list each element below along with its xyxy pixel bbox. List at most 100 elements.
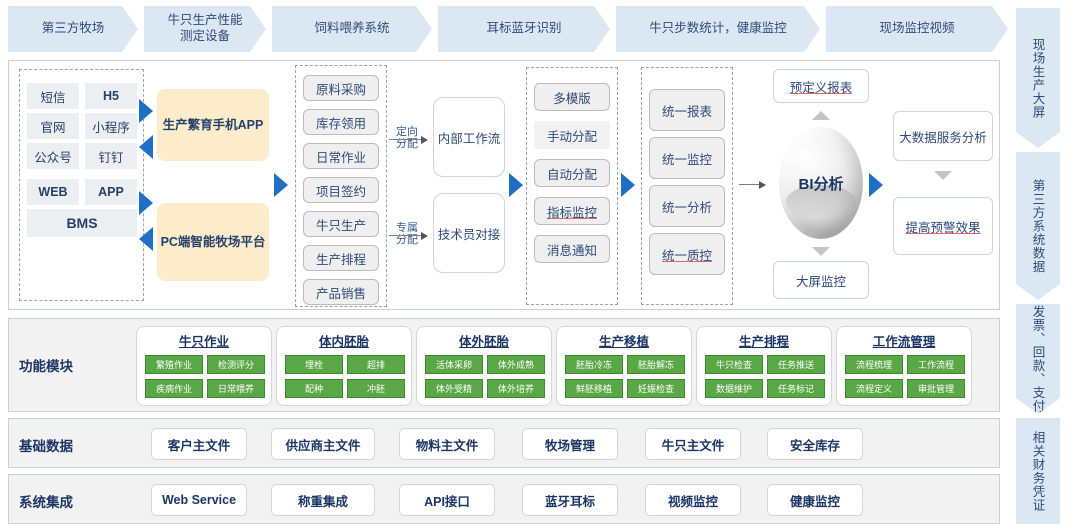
business-item-5[interactable]: 生产排程	[303, 245, 379, 271]
integration-item-1[interactable]: 称重集成	[271, 484, 375, 516]
output-item-1[interactable]: 提高预警效果	[893, 197, 993, 255]
business-item-3[interactable]: 项目签约	[303, 177, 379, 203]
base-data-item-2[interactable]: 物料主文件	[399, 428, 495, 460]
module-button-2-3[interactable]: 体外培养	[487, 379, 545, 398]
integration-item-0[interactable]: Web Service	[151, 484, 247, 516]
module-button-label-3-3: 妊娠检查	[637, 384, 674, 394]
module-group-1[interactable]: 体内胚胎 埋栓 超排 配种 冲胚	[276, 326, 412, 406]
module-button-4-2[interactable]: 数据维护	[705, 379, 763, 398]
module-group-2[interactable]: 体外胚胎 活体采卵 体外成熟 体外受精 体外培养	[416, 326, 552, 406]
module-button-0-3[interactable]: 日常喂养	[207, 379, 265, 398]
channel-chip-1[interactable]: H5	[85, 83, 137, 109]
channel-chip-2[interactable]: 官网	[27, 113, 79, 139]
allocation-item-3[interactable]: 指标监控	[534, 197, 610, 225]
output-item-0[interactable]: 大数据服务分析	[893, 111, 993, 161]
module-button-0-1[interactable]: 检测评分	[207, 355, 265, 374]
base-data-item-0[interactable]: 客户主文件	[151, 428, 247, 460]
modules-row-label: 功能模块	[19, 359, 73, 374]
top-flow-item-0[interactable]: 第三方牧场	[8, 6, 138, 52]
business-item-4[interactable]: 牛只生产	[303, 211, 379, 237]
allocation-item-2[interactable]: 自动分配	[534, 159, 610, 187]
top-flow-item-1[interactable]: 牛只生产性能 测定设备	[144, 6, 266, 52]
integration-item-5[interactable]: 健康监控	[767, 484, 863, 516]
right-flow-item-2[interactable]: 发票、回款、支付	[1016, 304, 1060, 414]
channel-chip-4[interactable]: 公众号	[27, 143, 79, 169]
channel-chip-label-2: 官网	[40, 120, 66, 135]
module-button-2-0[interactable]: 活体采卵	[425, 355, 483, 374]
base-data-item-1[interactable]: 供应商主文件	[271, 428, 375, 460]
module-group-5[interactable]: 工作流管理 流程梳理 工作流程 流程定义 审批管理	[836, 326, 972, 406]
right-flow-item-3[interactable]: 相关财务凭证	[1016, 418, 1060, 524]
channel-chip-5[interactable]: 钉钉	[85, 143, 137, 169]
top-flow-item-2[interactable]: 饲料喂养系统	[272, 6, 432, 52]
module-button-2-2[interactable]: 体外受精	[425, 379, 483, 398]
integration-item-3[interactable]: 蓝牙耳标	[522, 484, 618, 516]
top-flow-bar: 第三方牧场 牛只生产性能 测定设备 饲料喂养系统 耳标蓝牙识别 牛只步数统计，健…	[8, 6, 1008, 52]
channel-chip-8[interactable]: BMS	[27, 209, 137, 237]
module-button-1-3[interactable]: 冲胚	[347, 379, 405, 398]
business-item-6[interactable]: 产品销售	[303, 279, 379, 305]
channel-chip-6[interactable]: WEB	[27, 179, 79, 205]
integration-item-4[interactable]: 视频监控	[645, 484, 741, 516]
module-button-4-3[interactable]: 任务标记	[767, 379, 825, 398]
integration-item-label-3: 蓝牙耳标	[544, 494, 595, 509]
module-button-5-0[interactable]: 流程梳理	[845, 355, 903, 374]
module-button-1-1[interactable]: 超排	[347, 355, 405, 374]
module-group-0[interactable]: 牛只作业 繁殖作业 检测评分 疾病作业 日常喂养	[136, 326, 272, 406]
module-button-0-0[interactable]: 繁殖作业	[145, 355, 203, 374]
platform-pc-farm[interactable]: PC端智能牧场平台	[157, 203, 269, 281]
module-button-3-0[interactable]: 胚胎冷冻	[565, 355, 623, 374]
module-button-0-2[interactable]: 疾病作业	[145, 379, 203, 398]
top-flow-label-0: 第三方牧场	[41, 21, 105, 36]
unified-item-3[interactable]: 统一质控	[649, 233, 725, 275]
workflow-target-1[interactable]: 技术员对接	[433, 193, 505, 273]
platform-mobile-app[interactable]: 生产繁育手机APP	[157, 89, 269, 161]
module-group-4[interactable]: 生产排程 牛只检查 任务推送 数据维护 任务标记	[696, 326, 832, 406]
module-button-1-0[interactable]: 埋栓	[285, 355, 343, 374]
allocation-item-0[interactable]: 多模版	[534, 83, 610, 111]
integration-item-2[interactable]: API接口	[399, 484, 495, 516]
channel-chip-7[interactable]: APP	[85, 179, 137, 205]
module-button-3-1[interactable]: 胚胎解冻	[627, 355, 685, 374]
unified-item-1[interactable]: 统一监控	[649, 137, 725, 179]
business-item-2[interactable]: 日常作业	[303, 143, 379, 169]
base-data-item-3[interactable]: 牧场管理	[522, 428, 618, 460]
module-button-5-2[interactable]: 流程定义	[845, 379, 903, 398]
module-button-4-0[interactable]: 牛只检查	[705, 355, 763, 374]
platform-mobile-app-label: 生产繁育手机APP	[162, 117, 264, 132]
arrow-bi-to-outputs-icon	[869, 173, 883, 197]
module-button-5-1[interactable]: 工作流程	[907, 355, 965, 374]
workflow-target-0[interactable]: 内部工作流	[433, 97, 505, 177]
allocation-item-1[interactable]: 手动分配	[534, 121, 610, 149]
module-button-4-1[interactable]: 任务推送	[767, 355, 825, 374]
arrow-unified-to-bi-icon	[739, 180, 766, 189]
channel-chip-0[interactable]: 短信	[27, 83, 79, 109]
right-flow-item-0[interactable]: 现场生产大屏	[1016, 8, 1060, 148]
module-button-1-2[interactable]: 配种	[285, 379, 343, 398]
module-button-5-3[interactable]: 审批管理	[907, 379, 965, 398]
unified-item-2[interactable]: 统一分析	[649, 185, 725, 227]
bi-analysis-sphere[interactable]: BI分析	[779, 127, 863, 239]
business-item-0[interactable]: 原料采购	[303, 75, 379, 101]
channel-chip-3[interactable]: 小程序	[85, 113, 137, 139]
module-button-2-1[interactable]: 体外成熟	[487, 355, 545, 374]
top-flow-item-4[interactable]: 牛只步数统计，健康监控	[616, 6, 820, 52]
top-flow-item-3[interactable]: 耳标蓝牙识别	[438, 6, 610, 52]
platform-pc-farm-label: PC端智能牧场平台	[160, 234, 266, 249]
top-flow-item-5[interactable]: 现场监控视频	[826, 6, 1008, 52]
base-data-item-5[interactable]: 安全库存	[767, 428, 863, 460]
allocation-item-4[interactable]: 消息通知	[534, 235, 610, 263]
module-button-3-3[interactable]: 妊娠检查	[627, 379, 685, 398]
module-button-label-1-1: 超排	[366, 360, 385, 370]
module-button-3-2[interactable]: 鲜胚移植	[565, 379, 623, 398]
dispatch-connector-label-0: 定向 分配	[389, 113, 425, 151]
module-button-label-0-3: 日常喂养	[217, 384, 254, 394]
business-item-1[interactable]: 库存领用	[303, 109, 379, 135]
right-flow-item-1[interactable]: 第三方系统数据	[1016, 152, 1060, 300]
unified-item-label-3: 统一质控	[661, 248, 712, 263]
module-group-3[interactable]: 生产移植 胚胎冷冻 胚胎解冻 鲜胚移植 妊娠检查	[556, 326, 692, 406]
bi-bigscreen-monitor[interactable]: 大屏监控	[773, 261, 869, 299]
base-data-item-4[interactable]: 牛只主文件	[645, 428, 741, 460]
unified-item-0[interactable]: 统一报表	[649, 89, 725, 131]
bi-predefined-report[interactable]: 预定义报表	[773, 69, 869, 103]
